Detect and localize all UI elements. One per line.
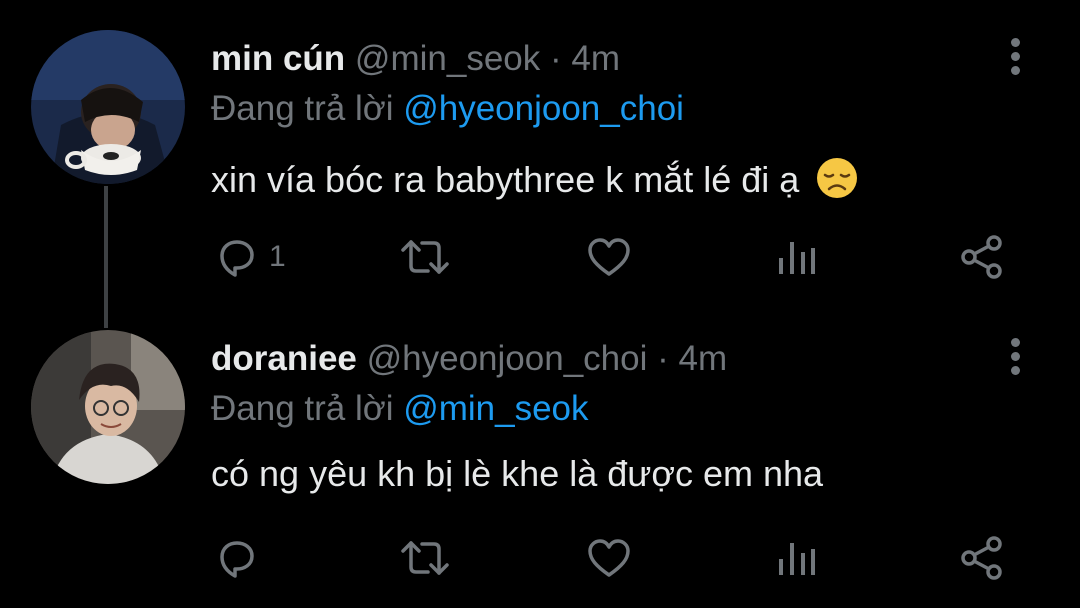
like-icon [588,238,630,276]
like-button[interactable] [586,535,632,585]
avatar[interactable] [31,30,185,184]
views-button[interactable] [775,234,821,284]
avatar-photo [31,330,185,484]
share-button[interactable] [958,535,1006,585]
tweet-text: có ng yêu kh bị lè khe là được em nha [211,453,824,494]
reply-button[interactable] [213,535,303,585]
separator-dot: · [549,39,562,78]
retweet-button[interactable] [400,234,450,284]
display-name[interactable]: min cún [211,39,345,78]
share-button[interactable] [958,234,1006,284]
timestamp[interactable]: 4m [679,339,728,378]
views-icon [779,543,815,575]
more-icon[interactable] [1006,38,1026,82]
user-handle[interactable]: @min_seok [355,39,540,78]
like-button[interactable] [586,234,632,284]
replying-to-mention[interactable]: @min_seok [403,389,588,428]
timestamp[interactable]: 4m [571,39,620,78]
disappointed-face-emoji-icon [817,158,858,198]
reply-icon [220,541,254,578]
replying-to-label: Đang trả lời [211,389,394,428]
avatar-photo [31,30,185,184]
replying-to-line: Đang trả lời @hyeonjoon_choi [211,91,684,126]
replying-to-line: Đang trả lời @min_seok [211,391,589,426]
tweet-text-container: xin vía bóc ra babythree k mắt lé đi ạ [211,156,859,200]
user-handle[interactable]: @hyeonjoon_choi [367,339,648,378]
action-bar [0,535,1080,585]
retweet-icon [401,541,449,575]
retweet-button[interactable] [400,535,450,585]
more-icon[interactable] [1006,338,1026,382]
reply-button[interactable]: 1 [213,234,303,284]
reply-count: 1 [269,240,286,273]
share-icon [961,235,1002,279]
avatar[interactable] [31,330,185,484]
retweet-icon [401,240,449,274]
like-icon [588,539,630,577]
views-icon [779,242,815,274]
tweet-text: xin vía bóc ra babythree k mắt lé đi ạ [211,159,800,200]
views-button[interactable] [775,535,821,585]
tweet-header: doraniee @hyeonjoon_choi · 4m [211,341,727,376]
replying-to-mention[interactable]: @hyeonjoon_choi [403,89,684,128]
tweet-text-container: có ng yêu kh bị lè khe là được em nha [211,456,823,492]
display-name[interactable]: doraniee [211,339,357,378]
separator-dot: · [657,339,669,378]
tweet-header: min cún @min_seok · 4m [211,41,620,76]
share-icon [961,536,1002,580]
reply-icon [220,240,254,277]
replying-to-label: Đang trả lời [211,89,394,128]
action-bar: 1 [0,234,1080,284]
